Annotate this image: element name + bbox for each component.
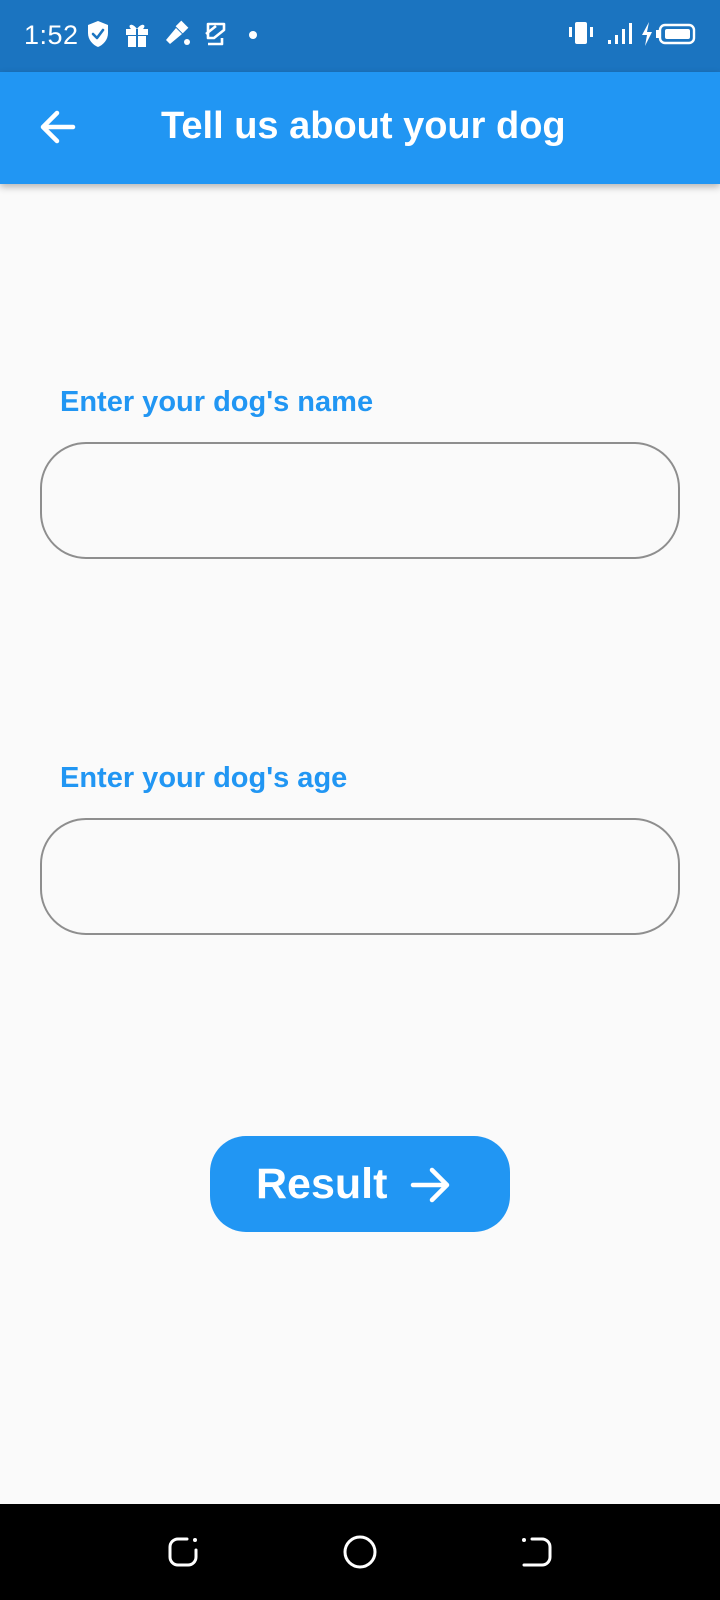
sync-icon: [205, 22, 226, 46]
status-bar: 1:52: [0, 0, 720, 72]
arrow-right-icon: [410, 1167, 450, 1203]
result-button-label: Result: [256, 1160, 388, 1208]
charging-icon: [642, 22, 652, 46]
arrow-left-icon[interactable]: [30, 100, 86, 156]
shield-icon: [88, 21, 108, 47]
gift-icon: [126, 24, 148, 47]
home-icon[interactable]: [336, 1528, 384, 1576]
back-icon[interactable]: [512, 1528, 560, 1576]
status-time: 1:52: [24, 20, 79, 50]
dog-age-label: Enter your dog's age: [60, 762, 348, 794]
dog-age-input[interactable]: [40, 818, 680, 935]
signal-icon: [608, 23, 632, 44]
notification-dot-icon: [249, 31, 257, 39]
vibrate-icon: [569, 22, 593, 44]
dog-name-label: Enter your dog's name: [60, 386, 374, 418]
recent-apps-icon[interactable]: [160, 1528, 208, 1576]
battery-icon: [656, 23, 696, 45]
page-title: Tell us about your dog: [161, 105, 566, 147]
navigation-bar: [0, 1504, 720, 1600]
app-bar: Tell us about your dog: [0, 72, 720, 184]
paint-icon: [166, 20, 190, 45]
result-button[interactable]: Result: [210, 1136, 510, 1232]
dog-name-input[interactable]: [40, 442, 680, 559]
